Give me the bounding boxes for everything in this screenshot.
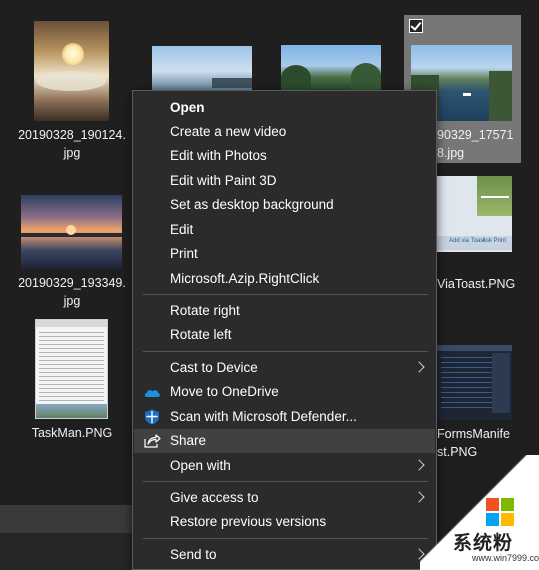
share-icon (143, 433, 161, 449)
menu-item-edit-with-paint-3d[interactable]: Edit with Paint 3D (134, 169, 435, 193)
chevron-right-icon (413, 361, 425, 373)
menu-item-restore-previous-versions[interactable]: Restore previous versions (134, 510, 435, 534)
menu-separator (143, 481, 428, 482)
watermark-text: 系统粉 (453, 532, 514, 554)
file-thumbnail: Add via Toast Ask Print (437, 176, 512, 252)
onedrive-icon (143, 384, 161, 400)
menu-item-label: Rotate right (170, 303, 240, 318)
file-name: 90329_17571 8.jpg (437, 128, 514, 160)
file-name: TaskMan.PNG (31, 426, 113, 440)
menu-item-cast-to-device[interactable]: Cast to Device (134, 356, 435, 380)
menu-item-label: Create a new video (170, 124, 287, 139)
menu-item-scan-defender[interactable]: Scan with Microsoft Defender... (134, 405, 435, 429)
file-thumbnail (152, 46, 252, 91)
file-thumbnail (34, 21, 109, 121)
menu-item-rotate-right[interactable]: Rotate right (134, 299, 435, 323)
menu-item-label: Move to OneDrive (170, 384, 279, 399)
file-thumbnail (35, 319, 108, 419)
file-name: ViaToast.PNG (437, 277, 516, 291)
menu-item-label: Share (170, 433, 207, 448)
menu-item-edit[interactable]: Edit (134, 218, 435, 242)
menu-separator (143, 294, 428, 295)
file-name: 20190328_190124.jpg (18, 128, 126, 160)
selection-checkbox[interactable] (409, 19, 423, 33)
menu-item-open[interactable]: Open (134, 96, 435, 120)
menu-item-rotate-left[interactable]: Rotate left (134, 323, 435, 347)
file-thumbnail (21, 195, 122, 269)
menu-item-label: Microsoft.Azip.RightClick (170, 271, 320, 286)
menu-item-give-access-to[interactable]: Give access to (134, 486, 435, 510)
menu-item-label: Send to (170, 547, 217, 562)
menu-item-label: Print (170, 246, 198, 261)
menu-item-label: Scan with Microsoft Defender... (170, 409, 357, 424)
thumb-text-add-via-toast: Add via Toast (449, 238, 485, 244)
menu-item-share[interactable]: Share (134, 429, 435, 453)
menu-item-label: Open (170, 100, 205, 115)
context-menu: Open Create a new video Edit with Photos… (132, 90, 437, 570)
menu-item-label: Edit with Paint 3D (170, 173, 277, 188)
menu-item-label: Restore previous versions (170, 514, 327, 529)
watermark-url: www.win7999.com (472, 553, 539, 563)
menu-item-label: Edit (170, 222, 194, 237)
file-name: 20190329_193349.jpg (18, 276, 126, 308)
file-thumbnail (437, 345, 512, 420)
menu-item-send-to[interactable]: Send to (134, 543, 435, 567)
menu-item-edit-with-photos[interactable]: Edit with Photos (134, 144, 435, 168)
menu-item-label: Edit with Photos (170, 148, 267, 163)
menu-item-label: Give access to (170, 490, 259, 505)
defender-shield-icon (143, 409, 161, 425)
menu-item-azip-rightclick[interactable]: Microsoft.Azip.RightClick (134, 267, 435, 291)
menu-item-set-desktop-background[interactable]: Set as desktop background (134, 193, 435, 217)
file-thumbnail (281, 45, 381, 91)
menu-item-label: Set as desktop background (170, 197, 334, 212)
windows-logo-icon (486, 498, 514, 526)
details-strip (0, 533, 135, 570)
menu-item-label: Cast to Device (170, 360, 258, 375)
menu-separator (143, 351, 428, 352)
menu-item-create-video[interactable]: Create a new video (134, 120, 435, 144)
status-bar (0, 505, 135, 533)
thumb-text-ask-print: Ask Print (482, 238, 507, 244)
menu-separator (143, 538, 428, 539)
menu-item-label: Rotate left (170, 327, 232, 342)
menu-item-label: Open with (170, 458, 231, 473)
menu-item-open-with[interactable]: Open with (134, 454, 435, 478)
menu-item-move-to-onedrive[interactable]: Move to OneDrive (134, 380, 435, 404)
menu-item-print[interactable]: Print (134, 242, 435, 266)
